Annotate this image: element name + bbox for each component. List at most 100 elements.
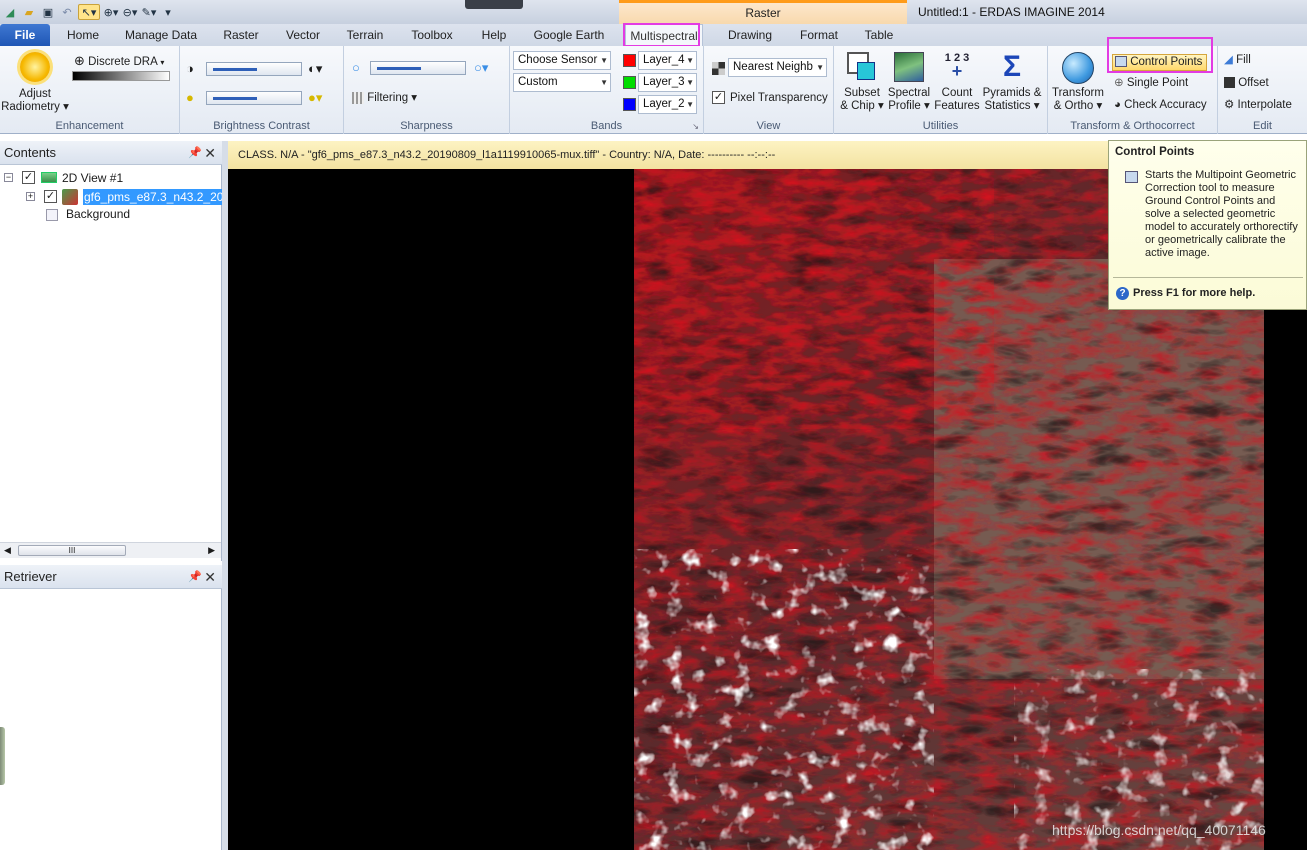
open-icon[interactable]: ▰ bbox=[21, 4, 37, 20]
sharpness-icon[interactable]: ○ bbox=[352, 61, 360, 74]
tab-multispectral[interactable]: Multispectral bbox=[625, 24, 703, 46]
zoom-in-icon[interactable]: ⊕▾ bbox=[103, 4, 119, 20]
dra-gradient-bar bbox=[72, 71, 170, 81]
tree-background-row[interactable]: Background bbox=[4, 207, 219, 223]
subset-chip-button[interactable]: Subset & Chip ▾ bbox=[838, 52, 886, 113]
discrete-dra-button[interactable]: ⊕ Discrete DRA ▾ bbox=[74, 54, 164, 69]
pin-icon[interactable]: 📌 bbox=[188, 565, 202, 589]
tree-view-row[interactable]: − ✓ 2D View #1 bbox=[4, 170, 219, 186]
brightness-max-icon[interactable]: ◐▾ bbox=[308, 62, 322, 75]
offset-button[interactable]: Offset bbox=[1224, 77, 1269, 90]
tooltip-divider bbox=[1113, 277, 1303, 278]
pixel-transparency-checkbox[interactable]: ✓ bbox=[712, 91, 725, 104]
resample-method-select[interactable]: Nearest Neighb ▼ bbox=[728, 58, 827, 77]
tab-home[interactable]: Home bbox=[60, 24, 106, 46]
retriever-title: Retriever bbox=[4, 569, 57, 584]
quick-access-toolbar: ◢ ▰ ▣ ↶ ↖▾ ⊕▾ ⊖▾ ✎▾ ▾ bbox=[2, 2, 176, 22]
check-accuracy-icon: ◕ bbox=[1114, 99, 1121, 111]
tab-format[interactable]: Format bbox=[794, 24, 844, 46]
spectral-profile-button[interactable]: Spectral Profile ▾ bbox=[884, 52, 934, 113]
scroll-thumb[interactable]: III bbox=[18, 545, 126, 556]
tree-layer-row[interactable]: + ✓ gf6_pms_e87.3_n43.2_2019 bbox=[4, 188, 222, 206]
group-label-brightness-contrast: Brightness Contrast bbox=[213, 120, 310, 132]
contrast-icon[interactable]: ● bbox=[186, 91, 194, 104]
adjust-radiometry-button[interactable]: Adjust Radiometry ▾ bbox=[0, 52, 70, 114]
close-icon[interactable]: ✕ bbox=[204, 141, 216, 165]
contents-title: Contents bbox=[4, 145, 57, 160]
tab-file[interactable]: File bbox=[0, 24, 50, 46]
contents-header: Contents 📌 ✕ bbox=[0, 141, 222, 165]
tab-google-earth[interactable]: Google Earth bbox=[530, 24, 608, 46]
transform-ortho-button[interactable]: Transform & Ortho ▾ bbox=[1050, 52, 1106, 113]
contrast-max-icon[interactable]: ●▾ bbox=[308, 91, 322, 104]
band-combination-select[interactable]: Custom ▼ bbox=[513, 73, 611, 92]
check-accuracy-button[interactable]: ◕ Check Accuracy bbox=[1114, 99, 1207, 112]
tab-table[interactable]: Table bbox=[858, 24, 900, 46]
window-title: Untitled:1 - ERDAS IMAGINE 2014 bbox=[918, 5, 1105, 19]
green-band-select[interactable]: Layer_3 ▼ bbox=[638, 73, 697, 92]
interpolate-button[interactable]: ⚙ Interpolate bbox=[1224, 99, 1292, 112]
tab-vector[interactable]: Vector bbox=[280, 24, 326, 46]
app-icon[interactable]: ◢ bbox=[2, 4, 18, 20]
save-icon[interactable]: ▣ bbox=[40, 4, 56, 20]
tab-help[interactable]: Help bbox=[474, 24, 514, 46]
group-label-sharpness: Sharpness bbox=[400, 120, 453, 132]
view-visible-checkbox[interactable]: ✓ bbox=[22, 171, 35, 184]
pin-icon[interactable]: 📌 bbox=[188, 141, 202, 165]
undo-icon[interactable]: ↶ bbox=[59, 4, 75, 20]
spectral-icon bbox=[894, 52, 924, 82]
zoom-out-icon[interactable]: ⊖▾ bbox=[122, 4, 138, 20]
group-label-enhancement: Enhancement bbox=[55, 120, 124, 132]
group-bands: Choose Sensor ▼ Custom ▼ Layer_4 ▼ Layer_3 ▼… bbox=[510, 46, 704, 134]
single-point-button[interactable]: ⊕ Single Point bbox=[1114, 77, 1188, 90]
blue-band-swatch bbox=[623, 98, 636, 111]
fill-button[interactable]: ◢ Fill bbox=[1224, 54, 1251, 67]
tooltip-icon bbox=[1125, 171, 1138, 183]
blue-band-select[interactable]: Layer_2 ▼ bbox=[638, 95, 697, 114]
group-label-view: View bbox=[756, 120, 781, 132]
help-icon: ? bbox=[1116, 287, 1129, 300]
sharpness-slider[interactable] bbox=[370, 61, 466, 75]
horizontal-scrollbar[interactable]: ◀ III ▶ bbox=[0, 542, 221, 558]
customize-qat-icon[interactable]: ▾ bbox=[160, 4, 176, 20]
green-band-swatch bbox=[623, 76, 636, 89]
contrast-slider[interactable] bbox=[206, 91, 302, 105]
red-band-select[interactable]: Layer_4 ▼ bbox=[638, 51, 697, 70]
count-icon: 1 2 3 + bbox=[944, 52, 970, 81]
close-icon[interactable]: ✕ bbox=[204, 565, 216, 589]
tab-drawing[interactable]: Drawing bbox=[722, 24, 778, 46]
brightness-slider[interactable] bbox=[206, 62, 302, 76]
background-swatch bbox=[46, 209, 58, 221]
retriever-header: Retriever 📌 ✕ bbox=[0, 565, 222, 589]
tooltip-body: Starts the Multipoint Geometric Correcti… bbox=[1145, 169, 1298, 259]
subset-icon bbox=[847, 52, 877, 82]
scroll-left-icon[interactable]: ◀ bbox=[4, 545, 11, 556]
bands-dialog-launcher[interactable]: ↘ bbox=[692, 122, 699, 131]
collapse-icon[interactable]: − bbox=[4, 173, 13, 182]
interpolate-icon: ⚙ bbox=[1224, 99, 1235, 111]
ribbon: Adjust Radiometry ▾ ⊕ Discrete DRA ▾ Enh… bbox=[0, 46, 1307, 134]
expand-icon[interactable]: + bbox=[26, 192, 35, 201]
background-item-label: Background bbox=[66, 207, 131, 221]
control-points-icon bbox=[1115, 56, 1127, 68]
tab-terrain[interactable]: Terrain bbox=[342, 24, 388, 46]
count-features-button[interactable]: 1 2 3 + Count Features bbox=[934, 52, 980, 113]
tab-raster[interactable]: Raster bbox=[218, 24, 264, 46]
fill-icon: ◢ bbox=[1224, 54, 1233, 66]
tab-manage-data[interactable]: Manage Data bbox=[120, 24, 202, 46]
control-points-button[interactable]: Control Points bbox=[1112, 54, 1208, 71]
sharpness-max-icon[interactable]: ○▾ bbox=[474, 61, 488, 74]
raster-context-tab-header: Raster bbox=[619, 0, 907, 24]
side-tab-grip[interactable] bbox=[0, 727, 5, 785]
select-pointer-icon[interactable]: ↖▾ bbox=[78, 4, 100, 20]
layer-visible-checkbox[interactable]: ✓ bbox=[44, 190, 57, 203]
roam-icon[interactable]: ✎▾ bbox=[141, 4, 157, 20]
group-label-edit: Edit bbox=[1253, 120, 1272, 132]
tab-toolbox[interactable]: Toolbox bbox=[404, 24, 460, 46]
scroll-right-icon[interactable]: ▶ bbox=[208, 545, 215, 556]
group-label-bands: Bands bbox=[590, 120, 623, 132]
sensor-select[interactable]: Choose Sensor ▼ bbox=[513, 51, 611, 70]
pyramids-statistics-button[interactable]: Σ Pyramids & Statistics ▾ bbox=[982, 52, 1042, 113]
filtering-button[interactable]: Filtering ▾ bbox=[352, 92, 417, 105]
brightness-icon[interactable]: ◑ bbox=[186, 62, 194, 75]
